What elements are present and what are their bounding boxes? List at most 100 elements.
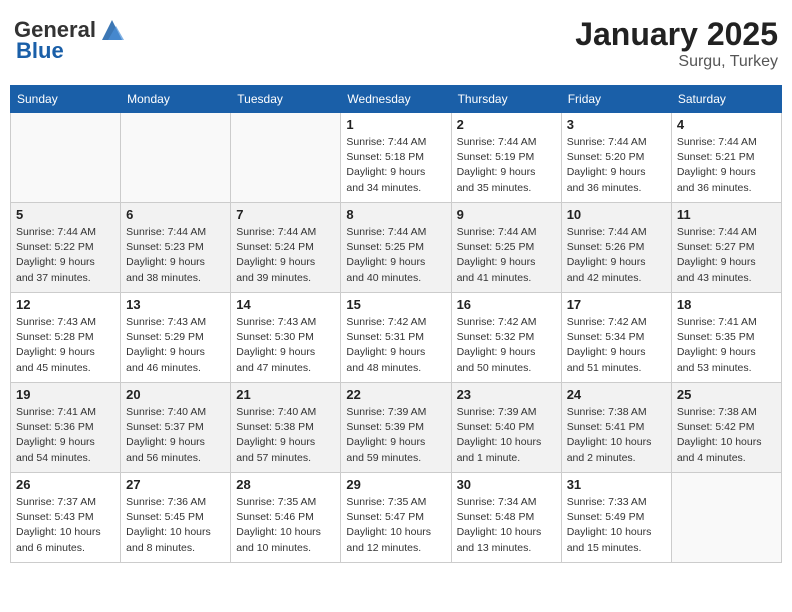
day-number: 6	[126, 207, 225, 222]
calendar-week-row: 12 Sunrise: 7:43 AM Sunset: 5:28 PM Dayli…	[11, 293, 782, 383]
calendar-day-cell: 3Sunrise: 7:44 AM Sunset: 5:20 PM Daylig…	[561, 113, 671, 203]
calendar-empty-cell	[231, 113, 341, 203]
calendar-day-cell: 14 Sunrise: 7:43 AM Sunset: 5:30 PM Dayli…	[231, 293, 341, 383]
calendar-day-cell: 24 Sunrise: 7:38 AM Sunset: 5:41 PM Dayli…	[561, 383, 671, 473]
day-number: 29	[346, 477, 445, 492]
calendar-day-cell: 5 Sunrise: 7:44 AM Sunset: 5:22 PM Daylig…	[11, 203, 121, 293]
day-number: 23	[457, 387, 556, 402]
calendar-day-cell: 23 Sunrise: 7:39 AM Sunset: 5:40 PM Dayli…	[451, 383, 561, 473]
weekday-header-friday: Friday	[561, 86, 671, 113]
month-year-title: January 2025	[575, 16, 778, 53]
logo-icon	[98, 16, 126, 44]
calendar-day-cell: 16 Sunrise: 7:42 AM Sunset: 5:32 PM Dayli…	[451, 293, 561, 383]
weekday-header-row: SundayMondayTuesdayWednesdayThursdayFrid…	[11, 86, 782, 113]
day-info: Sunrise: 7:44 AM Sunset: 5:24 PM Dayligh…	[236, 225, 335, 286]
day-number: 13	[126, 297, 225, 312]
day-info: Sunrise: 7:43 AM Sunset: 5:30 PM Dayligh…	[236, 315, 335, 376]
calendar-week-row: 19 Sunrise: 7:41 AM Sunset: 5:36 PM Dayli…	[11, 383, 782, 473]
calendar-day-cell: 21 Sunrise: 7:40 AM Sunset: 5:38 PM Dayli…	[231, 383, 341, 473]
day-number: 4	[677, 117, 776, 132]
day-number: 30	[457, 477, 556, 492]
day-number: 5	[16, 207, 115, 222]
day-info: Sunrise: 7:42 AM Sunset: 5:32 PM Dayligh…	[457, 315, 556, 376]
day-info: Sunrise: 7:44 AM Sunset: 5:25 PM Dayligh…	[457, 225, 556, 286]
day-info: Sunrise: 7:43 AM Sunset: 5:29 PM Dayligh…	[126, 315, 225, 376]
day-info: Sunrise: 7:44 AM Sunset: 5:21 PM Dayligh…	[677, 135, 776, 196]
weekday-header-sunday: Sunday	[11, 86, 121, 113]
day-number: 9	[457, 207, 556, 222]
day-info: Sunrise: 7:39 AM Sunset: 5:40 PM Dayligh…	[457, 405, 556, 466]
logo: General Blue	[14, 16, 126, 64]
day-number: 15	[346, 297, 445, 312]
day-number: 16	[457, 297, 556, 312]
calendar-day-cell: 27 Sunrise: 7:36 AM Sunset: 5:45 PM Dayli…	[121, 473, 231, 563]
day-number: 3	[567, 117, 666, 132]
day-number: 19	[16, 387, 115, 402]
title-block: January 2025 Surgu, Turkey	[575, 16, 778, 71]
day-info: Sunrise: 7:44 AM Sunset: 5:26 PM Dayligh…	[567, 225, 666, 286]
day-number: 26	[16, 477, 115, 492]
day-info: Sunrise: 7:41 AM Sunset: 5:35 PM Dayligh…	[677, 315, 776, 376]
day-number: 17	[567, 297, 666, 312]
day-number: 7	[236, 207, 335, 222]
day-number: 11	[677, 207, 776, 222]
day-number: 24	[567, 387, 666, 402]
calendar-day-cell: 11 Sunrise: 7:44 AM Sunset: 5:27 PM Dayli…	[671, 203, 781, 293]
calendar-empty-cell	[11, 113, 121, 203]
day-info: Sunrise: 7:42 AM Sunset: 5:31 PM Dayligh…	[346, 315, 445, 376]
day-number: 2	[457, 117, 556, 132]
calendar-day-cell: 10 Sunrise: 7:44 AM Sunset: 5:26 PM Dayli…	[561, 203, 671, 293]
calendar-day-cell: 18 Sunrise: 7:41 AM Sunset: 5:35 PM Dayli…	[671, 293, 781, 383]
day-info: Sunrise: 7:39 AM Sunset: 5:39 PM Dayligh…	[346, 405, 445, 466]
day-number: 31	[567, 477, 666, 492]
day-info: Sunrise: 7:41 AM Sunset: 5:36 PM Dayligh…	[16, 405, 115, 466]
day-number: 18	[677, 297, 776, 312]
day-info: Sunrise: 7:40 AM Sunset: 5:37 PM Dayligh…	[126, 405, 225, 466]
day-info: Sunrise: 7:35 AM Sunset: 5:47 PM Dayligh…	[346, 495, 445, 556]
weekday-header-monday: Monday	[121, 86, 231, 113]
calendar-day-cell: 6Sunrise: 7:44 AM Sunset: 5:23 PM Daylig…	[121, 203, 231, 293]
calendar-day-cell: 12 Sunrise: 7:43 AM Sunset: 5:28 PM Dayli…	[11, 293, 121, 383]
calendar-day-cell: 15 Sunrise: 7:42 AM Sunset: 5:31 PM Dayli…	[341, 293, 451, 383]
calendar-day-cell: 19 Sunrise: 7:41 AM Sunset: 5:36 PM Dayli…	[11, 383, 121, 473]
calendar-day-cell: 31Sunrise: 7:33 AM Sunset: 5:49 PM Dayli…	[561, 473, 671, 563]
day-number: 28	[236, 477, 335, 492]
calendar-day-cell: 26 Sunrise: 7:37 AM Sunset: 5:43 PM Dayli…	[11, 473, 121, 563]
day-info: Sunrise: 7:37 AM Sunset: 5:43 PM Dayligh…	[16, 495, 115, 556]
day-number: 8	[346, 207, 445, 222]
calendar-day-cell: 29 Sunrise: 7:35 AM Sunset: 5:47 PM Dayli…	[341, 473, 451, 563]
calendar-day-cell: 1Sunrise: 7:44 AM Sunset: 5:18 PM Daylig…	[341, 113, 451, 203]
calendar-day-cell: 22Sunrise: 7:39 AM Sunset: 5:39 PM Dayli…	[341, 383, 451, 473]
logo-blue: Blue	[16, 38, 64, 64]
day-info: Sunrise: 7:40 AM Sunset: 5:38 PM Dayligh…	[236, 405, 335, 466]
calendar-day-cell: 9 Sunrise: 7:44 AM Sunset: 5:25 PM Daylig…	[451, 203, 561, 293]
calendar-day-cell: 30Sunrise: 7:34 AM Sunset: 5:48 PM Dayli…	[451, 473, 561, 563]
day-info: Sunrise: 7:44 AM Sunset: 5:22 PM Dayligh…	[16, 225, 115, 286]
calendar-table: SundayMondayTuesdayWednesdayThursdayFrid…	[10, 85, 782, 563]
calendar-day-cell: 8Sunrise: 7:44 AM Sunset: 5:25 PM Daylig…	[341, 203, 451, 293]
day-info: Sunrise: 7:38 AM Sunset: 5:42 PM Dayligh…	[677, 405, 776, 466]
day-number: 14	[236, 297, 335, 312]
weekday-header-thursday: Thursday	[451, 86, 561, 113]
day-number: 10	[567, 207, 666, 222]
location-subtitle: Surgu, Turkey	[575, 53, 778, 71]
day-info: Sunrise: 7:44 AM Sunset: 5:27 PM Dayligh…	[677, 225, 776, 286]
day-number: 21	[236, 387, 335, 402]
day-info: Sunrise: 7:43 AM Sunset: 5:28 PM Dayligh…	[16, 315, 115, 376]
day-info: Sunrise: 7:36 AM Sunset: 5:45 PM Dayligh…	[126, 495, 225, 556]
calendar-day-cell: 2 Sunrise: 7:44 AM Sunset: 5:19 PM Daylig…	[451, 113, 561, 203]
day-info: Sunrise: 7:44 AM Sunset: 5:19 PM Dayligh…	[457, 135, 556, 196]
calendar-day-cell: 13 Sunrise: 7:43 AM Sunset: 5:29 PM Dayli…	[121, 293, 231, 383]
day-number: 27	[126, 477, 225, 492]
day-number: 25	[677, 387, 776, 402]
day-number: 20	[126, 387, 225, 402]
day-info: Sunrise: 7:38 AM Sunset: 5:41 PM Dayligh…	[567, 405, 666, 466]
calendar-day-cell: 20 Sunrise: 7:40 AM Sunset: 5:37 PM Dayli…	[121, 383, 231, 473]
calendar-day-cell: 4 Sunrise: 7:44 AM Sunset: 5:21 PM Daylig…	[671, 113, 781, 203]
day-info: Sunrise: 7:42 AM Sunset: 5:34 PM Dayligh…	[567, 315, 666, 376]
calendar-day-cell: 17 Sunrise: 7:42 AM Sunset: 5:34 PM Dayli…	[561, 293, 671, 383]
day-number: 12	[16, 297, 115, 312]
calendar-day-cell: 7 Sunrise: 7:44 AM Sunset: 5:24 PM Daylig…	[231, 203, 341, 293]
calendar-week-row: 26 Sunrise: 7:37 AM Sunset: 5:43 PM Dayli…	[11, 473, 782, 563]
calendar-empty-cell	[121, 113, 231, 203]
